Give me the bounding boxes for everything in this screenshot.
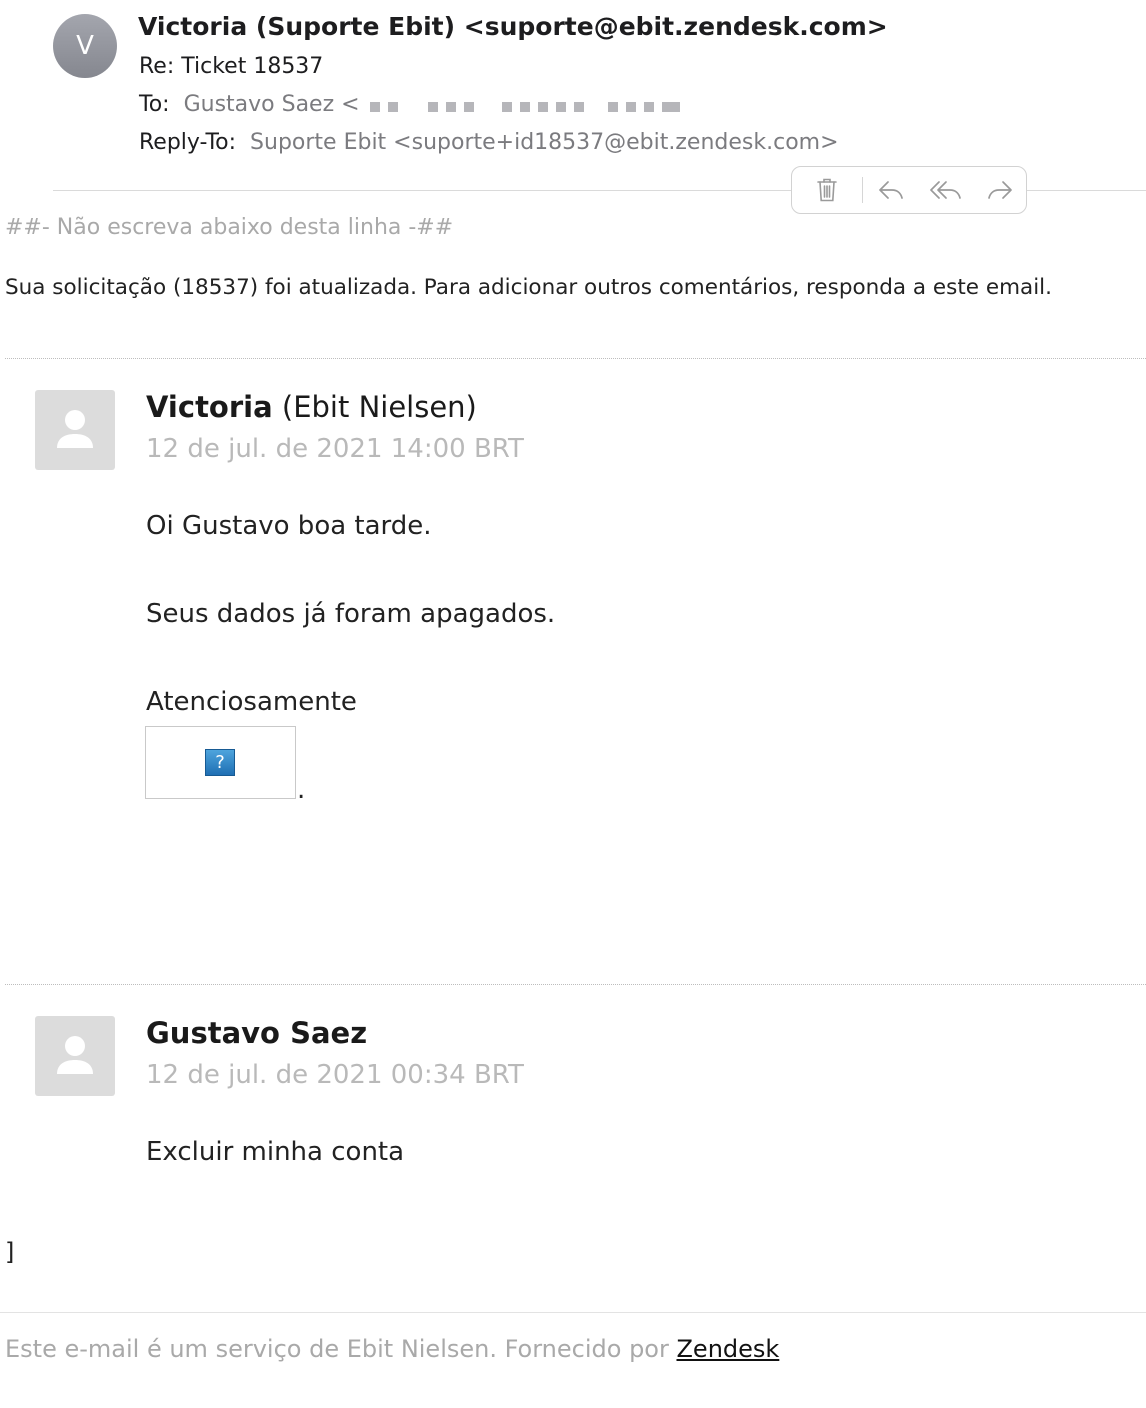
reply-to-label: Reply-To: bbox=[139, 130, 237, 155]
redacted-address bbox=[369, 93, 688, 118]
reply-to-row: Reply-To: Suporte Ebit <suporte+id18537@e… bbox=[139, 130, 839, 155]
comment-author: Victoria (Ebit Nielsen) bbox=[146, 390, 477, 424]
reply-all-button[interactable] bbox=[918, 170, 974, 210]
comment-date: 12 de jul. de 2021 14:00 BRT bbox=[146, 434, 524, 464]
email-subject: Re: Ticket 18537 bbox=[139, 54, 324, 79]
trailing-period: . bbox=[297, 775, 306, 805]
comment-divider bbox=[5, 358, 1146, 359]
footer: Este e-mail é um serviço de Ebit Nielsen… bbox=[5, 1335, 779, 1363]
zendesk-link[interactable]: Zendesk bbox=[676, 1335, 779, 1363]
comment-divider bbox=[5, 984, 1146, 985]
forward-icon bbox=[988, 181, 1012, 199]
stray-bracket: ] bbox=[5, 1238, 15, 1266]
comment-line: Seus dados já foram apagados. bbox=[146, 599, 556, 629]
person-icon bbox=[57, 1036, 93, 1074]
footer-text: Este e-mail é um serviço de Ebit Nielsen… bbox=[5, 1335, 677, 1363]
signature-image-placeholder[interactable]: ? bbox=[145, 726, 296, 799]
comment-line: Atenciosamente bbox=[146, 687, 357, 717]
comment-date: 12 de jul. de 2021 00:34 BRT bbox=[146, 1060, 524, 1090]
footer-divider bbox=[0, 1312, 1146, 1313]
comment-line: Excluir minha conta bbox=[146, 1137, 405, 1167]
author-org: (Ebit Nielsen) bbox=[281, 390, 477, 424]
comment-line: Oi Gustavo boa tarde. bbox=[146, 511, 432, 541]
to-row: To: Gustavo Saez < bbox=[139, 92, 688, 118]
reply-notice: ##- Não escreva abaixo desta linha -## bbox=[5, 215, 454, 240]
author-name: Victoria bbox=[146, 390, 273, 424]
avatar-letter: V bbox=[76, 31, 94, 61]
reply-all-icon bbox=[930, 181, 962, 199]
to-label: To: bbox=[139, 92, 170, 117]
commenter-avatar bbox=[35, 1016, 115, 1096]
commenter-avatar bbox=[35, 390, 115, 470]
reply-icon bbox=[878, 181, 903, 199]
comment-author: Gustavo Saez bbox=[146, 1016, 367, 1050]
sender-avatar: V bbox=[53, 14, 117, 78]
forward-button[interactable] bbox=[974, 170, 1026, 210]
person-icon bbox=[57, 410, 93, 448]
to-value[interactable]: Gustavo Saez < bbox=[184, 92, 360, 117]
delete-button[interactable] bbox=[792, 170, 862, 210]
trash-icon bbox=[817, 178, 837, 202]
author-name: Gustavo Saez bbox=[146, 1016, 368, 1050]
message-toolbar bbox=[791, 166, 1027, 214]
missing-image-icon: ? bbox=[205, 749, 235, 776]
update-intro: Sua solicitação (18537) foi atualizada. … bbox=[5, 275, 1052, 300]
sender-from[interactable]: Victoria (Suporte Ebit) <suporte@ebit.ze… bbox=[138, 12, 888, 41]
reply-to-value[interactable]: Suporte Ebit <suporte+id18537@ebit.zende… bbox=[250, 130, 838, 155]
reply-button[interactable] bbox=[863, 170, 919, 210]
